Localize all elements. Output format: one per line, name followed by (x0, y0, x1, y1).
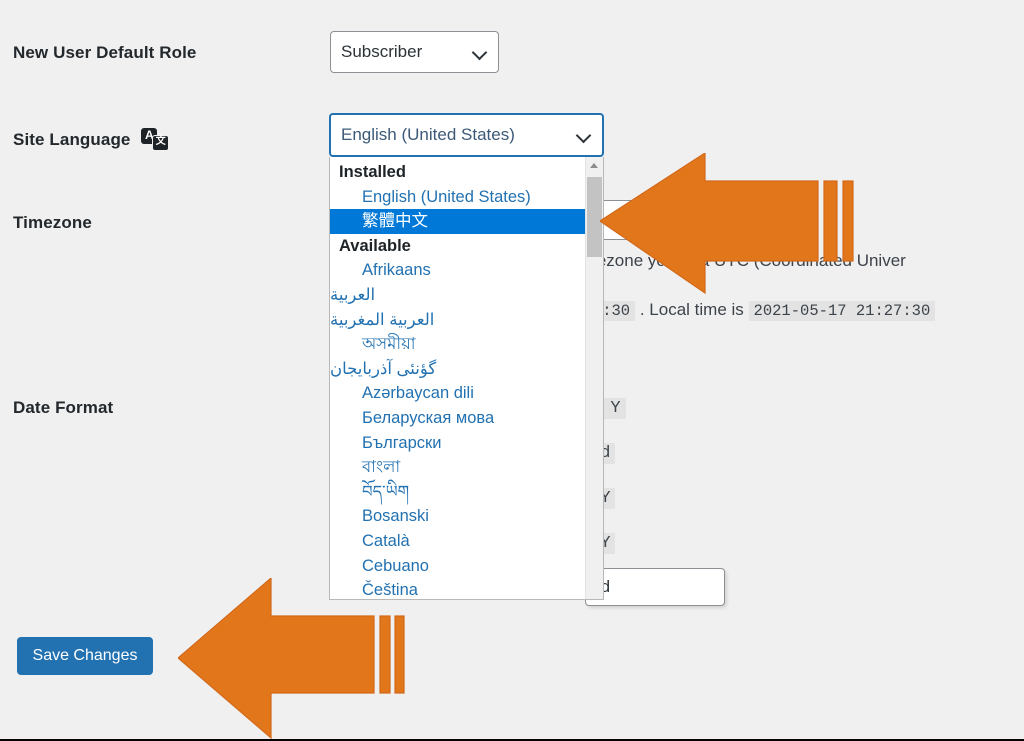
site-language-value: English (United States) (341, 125, 515, 144)
language-option[interactable]: Беларуская мова (330, 406, 585, 431)
language-option[interactable]: Afrikaans (330, 258, 585, 283)
new-user-default-role-value: Subscriber (341, 42, 423, 61)
language-option[interactable]: 繁體中文 (330, 209, 585, 234)
site-language-dropdown-list[interactable]: Installed English (United States) 繁體中文 Avai… (329, 157, 604, 600)
language-option[interactable]: বাংলা (330, 455, 585, 480)
chevron-down-icon (472, 44, 488, 60)
language-option[interactable]: Català (330, 529, 585, 554)
chevron-down-icon (576, 127, 592, 143)
site-language-label-text: Site Language (13, 130, 131, 149)
language-option[interactable]: English (United States) (330, 185, 585, 210)
new-user-default-role-select[interactable]: Subscriber (330, 31, 499, 73)
language-option[interactable]: Cebuano (330, 554, 585, 579)
date-format-custom-input[interactable] (585, 568, 725, 606)
site-language-select[interactable]: English (United States) (329, 113, 604, 157)
translate-icon-cjk-glyph: 文 (152, 135, 170, 151)
arrow-pointing-at-save-changes (178, 578, 405, 740)
translate-icon: A 文 (141, 128, 171, 151)
language-option[interactable]: العربية (330, 283, 585, 308)
site-language-label: Site Language A 文 (13, 128, 171, 151)
language-option[interactable]: العربية المغربية (330, 308, 585, 333)
arrow-pointing-at-timezone-select (600, 153, 854, 295)
site-language-option-list[interactable]: Installed English (United States) 繁體中文 Avai… (330, 157, 585, 599)
timezone-label: Timezone (13, 213, 92, 232)
language-option[interactable]: བོད་ཡིག (330, 480, 585, 505)
language-group-header: Installed (339, 163, 406, 181)
language-option[interactable]: Български (330, 431, 585, 456)
settings-general-page: New User Default Role Site Language A 文 … (0, 0, 1024, 741)
language-group-header: Available (339, 236, 411, 255)
language-option[interactable]: Azərbaycan dili (330, 381, 585, 406)
save-changes-button[interactable]: Save Changes (17, 637, 153, 675)
language-option[interactable]: Bosanski (330, 504, 585, 529)
new-user-default-role-label: New User Default Role (13, 43, 197, 62)
date-format-label: Date Format (13, 398, 114, 417)
language-option[interactable]: گؤنئی آذربایجان (330, 357, 585, 382)
language-option[interactable]: অসমীয়া (330, 332, 585, 357)
